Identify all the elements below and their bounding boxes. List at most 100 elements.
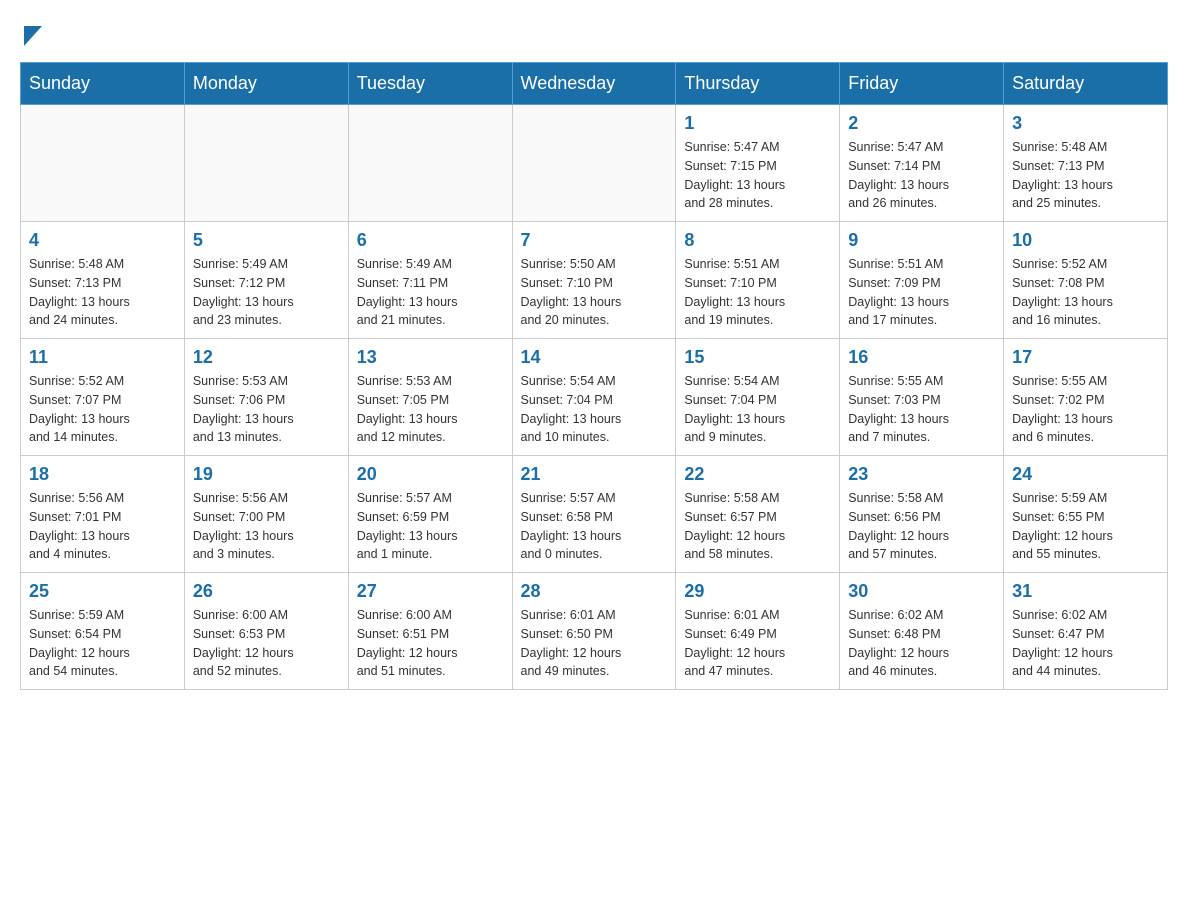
day-number: 9 xyxy=(848,230,995,251)
calendar-cell: 1 Sunrise: 5:47 AMSunset: 7:15 PMDaylight… xyxy=(676,105,840,222)
day-info: Sunrise: 5:58 AMSunset: 6:57 PMDaylight:… xyxy=(684,489,831,564)
calendar-cell: 28Sunrise: 6:01 AMSunset: 6:50 PMDayligh… xyxy=(512,573,676,690)
weekday-header-sunday: Sunday xyxy=(21,63,185,105)
day-number: 23 xyxy=(848,464,995,485)
day-number: 24 xyxy=(1012,464,1159,485)
day-number: 29 xyxy=(684,581,831,602)
weekday-header-wednesday: Wednesday xyxy=(512,63,676,105)
calendar-cell: 17Sunrise: 5:55 AMSunset: 7:02 PMDayligh… xyxy=(1004,339,1168,456)
calendar-cell: 7 Sunrise: 5:50 AMSunset: 7:10 PMDaylight… xyxy=(512,222,676,339)
day-info: Sunrise: 6:02 AMSunset: 6:47 PMDaylight:… xyxy=(1012,606,1159,681)
day-number: 18 xyxy=(29,464,176,485)
calendar-cell: 9 Sunrise: 5:51 AMSunset: 7:09 PMDaylight… xyxy=(840,222,1004,339)
day-number: 15 xyxy=(684,347,831,368)
calendar-cell: 16 Sunrise: 5:55 AMSunset: 7:03 PMDayligh… xyxy=(840,339,1004,456)
day-info: Sunrise: 5:59 AMSunset: 6:55 PMDaylight:… xyxy=(1012,489,1159,564)
calendar-cell: 25 Sunrise: 5:59 AMSunset: 6:54 PMDayligh… xyxy=(21,573,185,690)
calendar-week-row: 11 Sunrise: 5:52 AMSunset: 7:07 PMDayligh… xyxy=(21,339,1168,456)
day-info: Sunrise: 5:47 AMSunset: 7:14 PMDaylight:… xyxy=(848,138,995,213)
calendar-cell: 5 Sunrise: 5:49 AMSunset: 7:12 PMDaylight… xyxy=(184,222,348,339)
calendar-cell: 6Sunrise: 5:49 AMSunset: 7:11 PMDaylight… xyxy=(348,222,512,339)
calendar-cell: 2 Sunrise: 5:47 AMSunset: 7:14 PMDaylight… xyxy=(840,105,1004,222)
day-info: Sunrise: 5:56 AMSunset: 7:01 PMDaylight:… xyxy=(29,489,176,564)
day-info: Sunrise: 5:54 AMSunset: 7:04 PMDaylight:… xyxy=(684,372,831,447)
day-number: 22 xyxy=(684,464,831,485)
day-info: Sunrise: 5:48 AMSunset: 7:13 PMDaylight:… xyxy=(1012,138,1159,213)
day-info: Sunrise: 5:51 AMSunset: 7:10 PMDaylight:… xyxy=(684,255,831,330)
day-number: 31 xyxy=(1012,581,1159,602)
calendar-cell: 8 Sunrise: 5:51 AMSunset: 7:10 PMDaylight… xyxy=(676,222,840,339)
day-number: 26 xyxy=(193,581,340,602)
calendar-week-row: 18 Sunrise: 5:56 AMSunset: 7:01 PMDayligh… xyxy=(21,456,1168,573)
calendar-cell: 21Sunrise: 5:57 AMSunset: 6:58 PMDayligh… xyxy=(512,456,676,573)
day-info: Sunrise: 6:02 AMSunset: 6:48 PMDaylight:… xyxy=(848,606,995,681)
calendar-week-row: 1 Sunrise: 5:47 AMSunset: 7:15 PMDaylight… xyxy=(21,105,1168,222)
logo xyxy=(20,20,42,42)
day-number: 11 xyxy=(29,347,176,368)
calendar-cell: 18 Sunrise: 5:56 AMSunset: 7:01 PMDayligh… xyxy=(21,456,185,573)
weekday-header-saturday: Saturday xyxy=(1004,63,1168,105)
calendar-cell: 30Sunrise: 6:02 AMSunset: 6:48 PMDayligh… xyxy=(840,573,1004,690)
day-info: Sunrise: 6:00 AMSunset: 6:51 PMDaylight:… xyxy=(357,606,504,681)
calendar-cell: 24 Sunrise: 5:59 AMSunset: 6:55 PMDayligh… xyxy=(1004,456,1168,573)
weekday-header-thursday: Thursday xyxy=(676,63,840,105)
day-info: Sunrise: 5:52 AMSunset: 7:07 PMDaylight:… xyxy=(29,372,176,447)
day-number: 7 xyxy=(521,230,668,251)
calendar-cell: 31 Sunrise: 6:02 AMSunset: 6:47 PMDayligh… xyxy=(1004,573,1168,690)
day-number: 14 xyxy=(521,347,668,368)
calendar-cell: 15 Sunrise: 5:54 AMSunset: 7:04 PMDayligh… xyxy=(676,339,840,456)
day-number: 5 xyxy=(193,230,340,251)
calendar-cell xyxy=(21,105,185,222)
calendar-cell xyxy=(348,105,512,222)
day-info: Sunrise: 5:55 AMSunset: 7:03 PMDaylight:… xyxy=(848,372,995,447)
day-info: Sunrise: 5:59 AMSunset: 6:54 PMDaylight:… xyxy=(29,606,176,681)
day-number: 13 xyxy=(357,347,504,368)
day-number: 1 xyxy=(684,113,831,134)
calendar-cell: 12Sunrise: 5:53 AMSunset: 7:06 PMDayligh… xyxy=(184,339,348,456)
calendar-cell: 14Sunrise: 5:54 AMSunset: 7:04 PMDayligh… xyxy=(512,339,676,456)
calendar-week-row: 4Sunrise: 5:48 AMSunset: 7:13 PMDaylight… xyxy=(21,222,1168,339)
calendar-cell: 11 Sunrise: 5:52 AMSunset: 7:07 PMDayligh… xyxy=(21,339,185,456)
day-info: Sunrise: 5:51 AMSunset: 7:09 PMDaylight:… xyxy=(848,255,995,330)
calendar-header-row: SundayMondayTuesdayWednesdayThursdayFrid… xyxy=(21,63,1168,105)
day-number: 4 xyxy=(29,230,176,251)
calendar-cell xyxy=(184,105,348,222)
day-number: 10 xyxy=(1012,230,1159,251)
day-number: 2 xyxy=(848,113,995,134)
day-info: Sunrise: 5:47 AMSunset: 7:15 PMDaylight:… xyxy=(684,138,831,213)
calendar-cell: 26 Sunrise: 6:00 AMSunset: 6:53 PMDayligh… xyxy=(184,573,348,690)
calendar-cell: 22 Sunrise: 5:58 AMSunset: 6:57 PMDayligh… xyxy=(676,456,840,573)
day-info: Sunrise: 5:52 AMSunset: 7:08 PMDaylight:… xyxy=(1012,255,1159,330)
day-number: 20 xyxy=(357,464,504,485)
day-info: Sunrise: 5:50 AMSunset: 7:10 PMDaylight:… xyxy=(521,255,668,330)
calendar-cell xyxy=(512,105,676,222)
day-number: 16 xyxy=(848,347,995,368)
calendar-week-row: 25 Sunrise: 5:59 AMSunset: 6:54 PMDayligh… xyxy=(21,573,1168,690)
weekday-header-monday: Monday xyxy=(184,63,348,105)
day-info: Sunrise: 6:00 AMSunset: 6:53 PMDaylight:… xyxy=(193,606,340,681)
day-number: 3 xyxy=(1012,113,1159,134)
day-info: Sunrise: 5:56 AMSunset: 7:00 PMDaylight:… xyxy=(193,489,340,564)
day-number: 8 xyxy=(684,230,831,251)
day-info: Sunrise: 5:53 AMSunset: 7:06 PMDaylight:… xyxy=(193,372,340,447)
calendar-cell: 27 Sunrise: 6:00 AMSunset: 6:51 PMDayligh… xyxy=(348,573,512,690)
calendar-cell: 23 Sunrise: 5:58 AMSunset: 6:56 PMDayligh… xyxy=(840,456,1004,573)
day-number: 17 xyxy=(1012,347,1159,368)
calendar-cell: 29 Sunrise: 6:01 AMSunset: 6:49 PMDayligh… xyxy=(676,573,840,690)
day-number: 21 xyxy=(521,464,668,485)
calendar-table: SundayMondayTuesdayWednesdayThursdayFrid… xyxy=(20,62,1168,690)
day-info: Sunrise: 5:58 AMSunset: 6:56 PMDaylight:… xyxy=(848,489,995,564)
day-number: 28 xyxy=(521,581,668,602)
logo-arrow-icon xyxy=(22,20,42,46)
calendar-cell: 10 Sunrise: 5:52 AMSunset: 7:08 PMDayligh… xyxy=(1004,222,1168,339)
day-number: 25 xyxy=(29,581,176,602)
calendar-cell: 3 Sunrise: 5:48 AMSunset: 7:13 PMDaylight… xyxy=(1004,105,1168,222)
day-info: Sunrise: 5:49 AMSunset: 7:12 PMDaylight:… xyxy=(193,255,340,330)
calendar-cell: 13Sunrise: 5:53 AMSunset: 7:05 PMDayligh… xyxy=(348,339,512,456)
calendar-cell: 19Sunrise: 5:56 AMSunset: 7:00 PMDayligh… xyxy=(184,456,348,573)
day-info: Sunrise: 5:57 AMSunset: 6:59 PMDaylight:… xyxy=(357,489,504,564)
weekday-header-friday: Friday xyxy=(840,63,1004,105)
day-number: 27 xyxy=(357,581,504,602)
day-info: Sunrise: 6:01 AMSunset: 6:49 PMDaylight:… xyxy=(684,606,831,681)
calendar-cell: 20 Sunrise: 5:57 AMSunset: 6:59 PMDayligh… xyxy=(348,456,512,573)
